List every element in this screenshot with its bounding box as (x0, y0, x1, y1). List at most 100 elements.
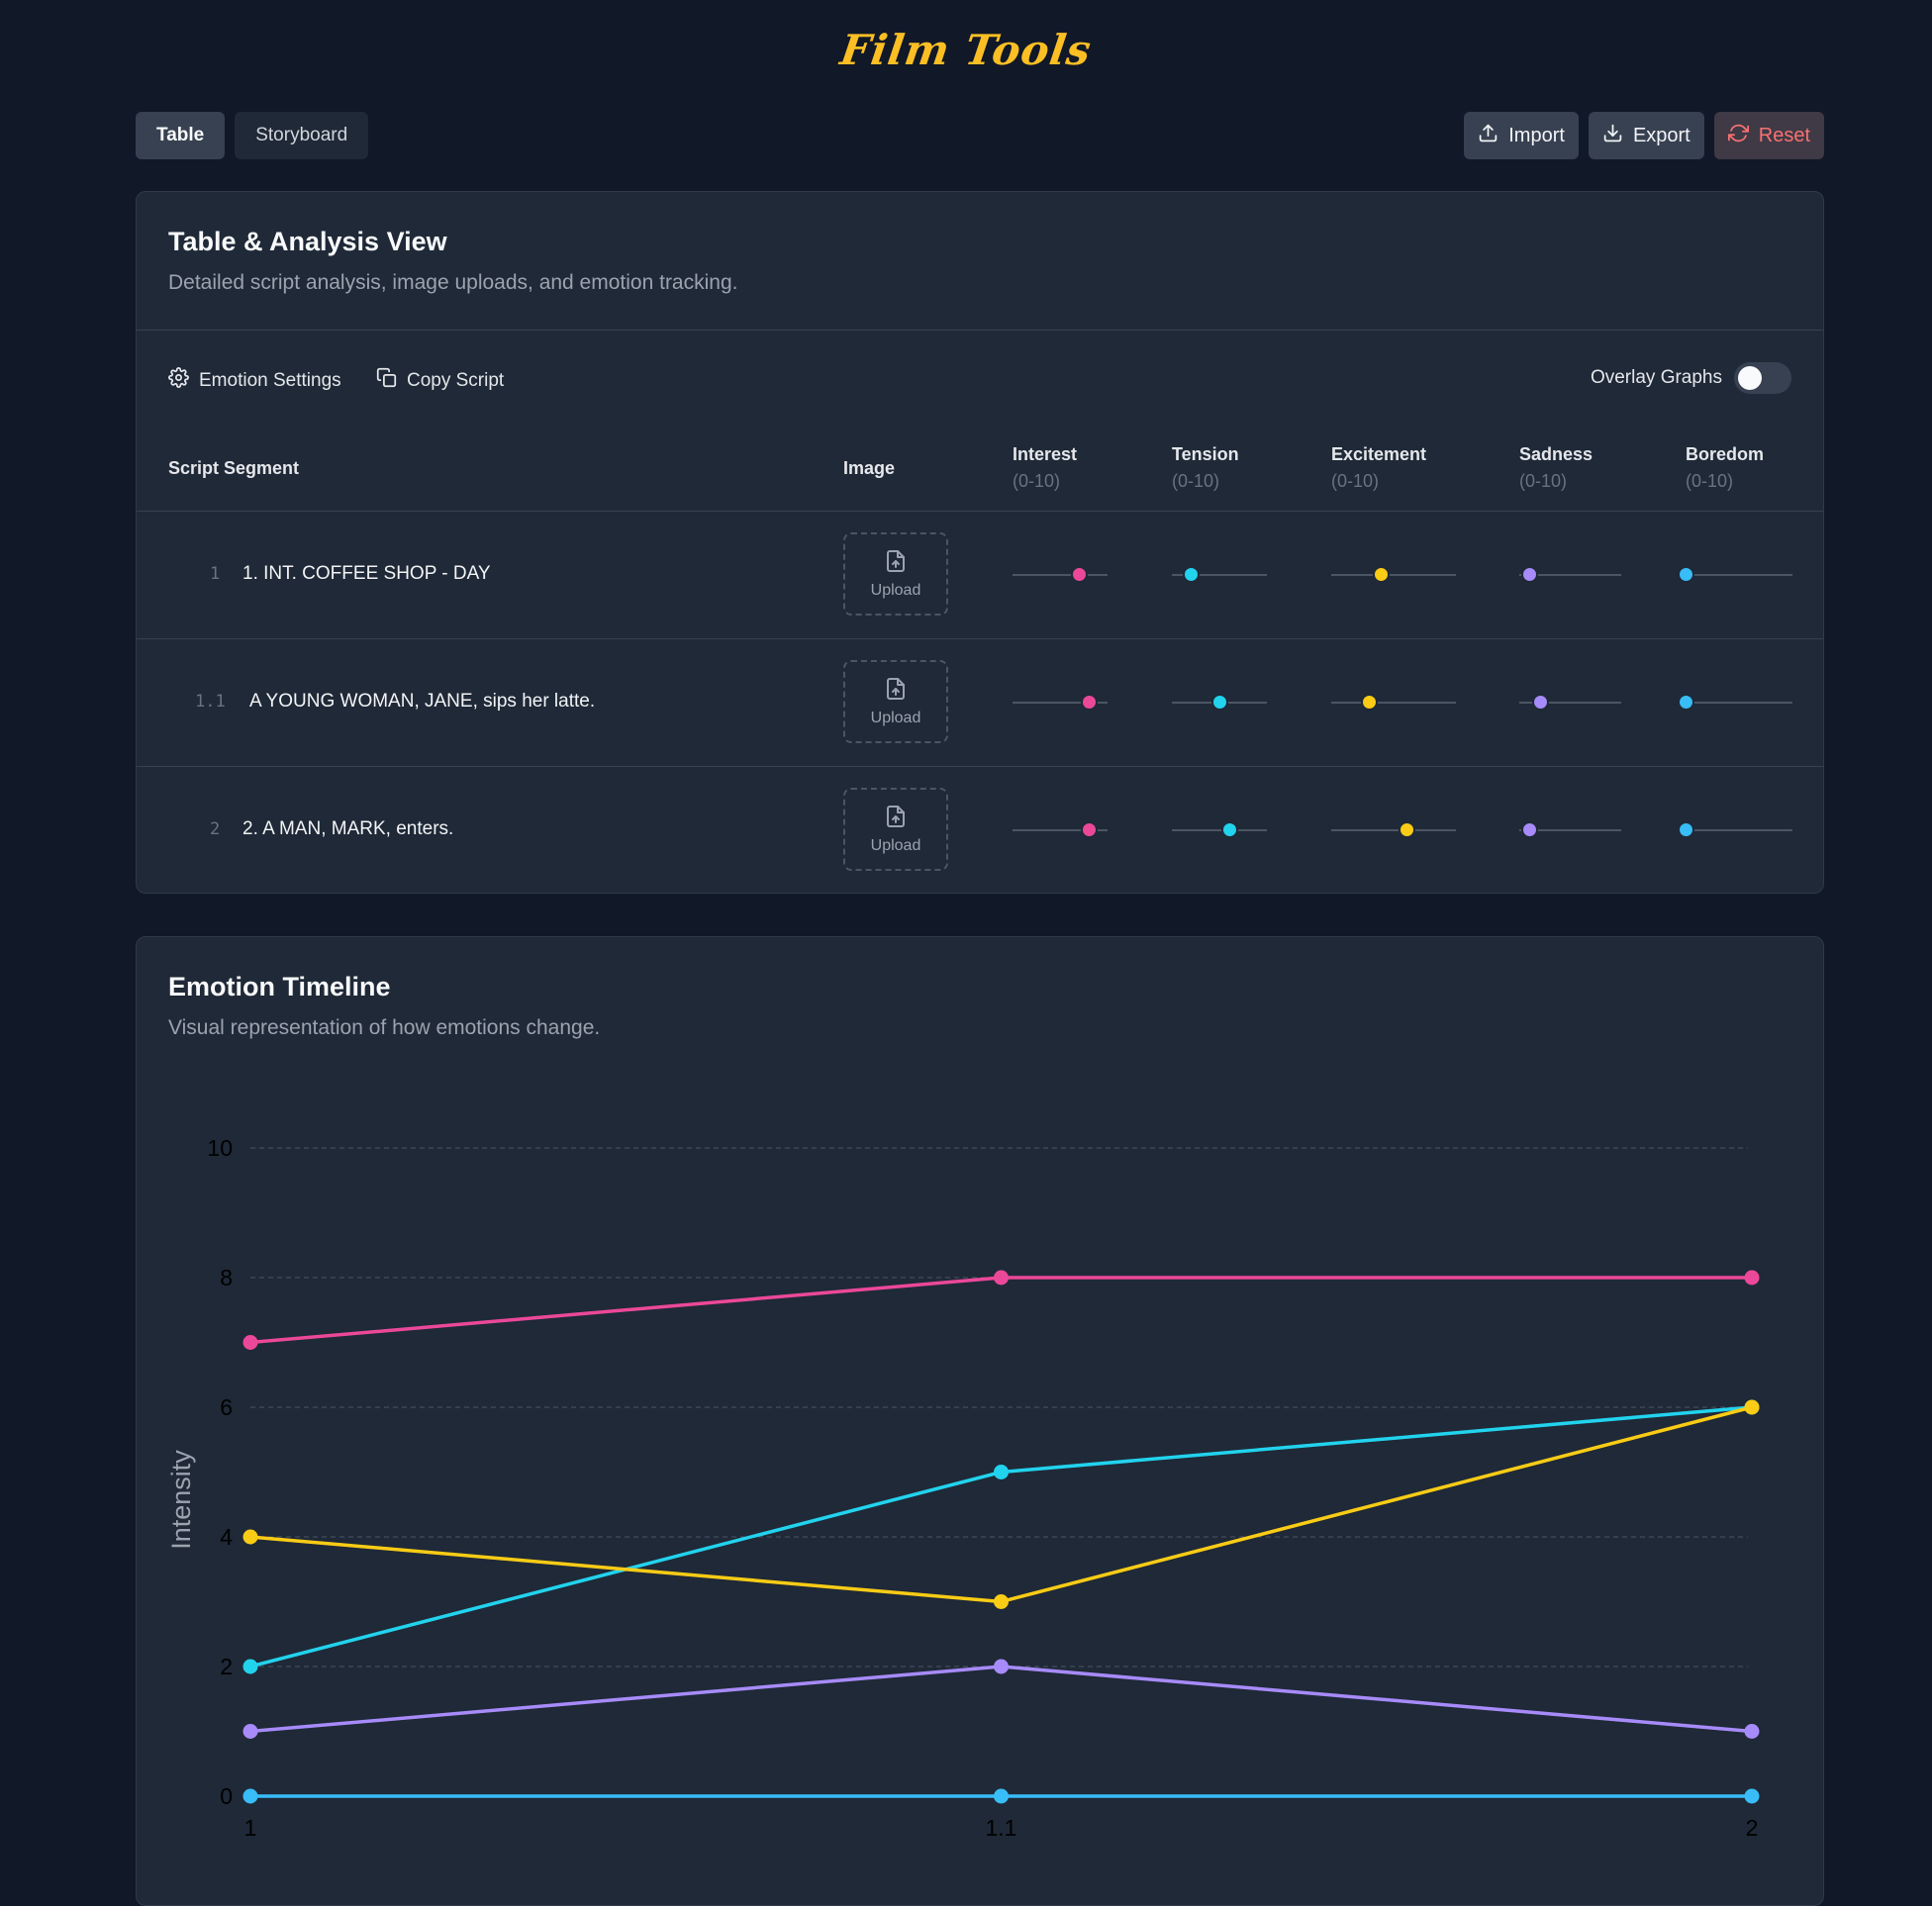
card-title: Table & Analysis View (168, 227, 447, 256)
sadness-slider[interactable] (1519, 821, 1621, 838)
top-bar: Table Storyboard Import Export Reset (136, 112, 1824, 159)
data-point (1744, 1788, 1760, 1804)
y-tick-label: 8 (220, 1265, 233, 1290)
header-boredom: Boredom (0-10) (1686, 441, 1764, 495)
y-axis-label: Intensity (166, 1450, 196, 1550)
slider-thumb[interactable] (1521, 566, 1539, 583)
boredom-slider[interactable] (1678, 821, 1792, 838)
slider-thumb[interactable] (1398, 821, 1415, 838)
slider-thumb[interactable] (1360, 694, 1378, 711)
slider-thumb[interactable] (1531, 694, 1549, 711)
data-point (1744, 1270, 1760, 1286)
data-point (242, 1335, 258, 1350)
reset-button[interactable]: Reset (1713, 112, 1824, 159)
tension-slider[interactable] (1172, 694, 1267, 711)
copy-icon (376, 367, 397, 394)
header-range: (0-10) (1172, 471, 1220, 491)
boredom-slider[interactable] (1678, 694, 1792, 711)
tab-storyboard[interactable]: Storyboard (235, 112, 369, 159)
header-tension: Tension (0-10) (1172, 441, 1239, 495)
slider-thumb[interactable] (1211, 694, 1228, 711)
series-line-2 (249, 1405, 1753, 1604)
interest-slider[interactable] (1013, 821, 1108, 838)
header-range: (0-10) (1686, 471, 1734, 491)
slider-thumb[interactable] (1183, 566, 1201, 583)
header-range: (0-10) (1519, 471, 1568, 491)
card-subtitle: Detailed script analysis, image uploads,… (168, 271, 738, 294)
interest-slider[interactable] (1013, 566, 1108, 583)
slider-thumb[interactable] (1678, 821, 1694, 838)
emotion-timeline-card: Emotion Timeline Visual representation o… (136, 936, 1824, 1906)
copy-script-label: Copy Script (407, 369, 505, 391)
row-segment-text[interactable]: 2. A MAN, MARK, enters. (242, 818, 453, 840)
data-point (994, 1270, 1009, 1286)
boredom-slider[interactable] (1678, 566, 1792, 583)
row-number: 1 (210, 564, 221, 584)
table-row: 1.1 A YOUNG WOMAN, JANE, sips her latte.… (137, 639, 1823, 766)
series-line-3 (249, 1665, 1753, 1734)
divider (137, 330, 1823, 331)
emotion-timeline-chart: 0 2 4 6 8 10 1 1.1 2 Intensity (137, 937, 1823, 1905)
header-name: Boredom (1686, 444, 1765, 464)
image-upload[interactable]: Upload (843, 532, 948, 616)
header-name: Tension (1172, 444, 1239, 464)
image-upload[interactable]: Upload (843, 660, 948, 743)
overlay-graphs-label: Overlay Graphs (1590, 367, 1722, 388)
upload-label: Upload (870, 581, 921, 599)
reset-label: Reset (1758, 124, 1810, 146)
export-button[interactable]: Export (1588, 112, 1704, 159)
x-tick-label: 1 (244, 1815, 257, 1841)
header-name: Interest (1013, 444, 1078, 464)
series-line-0 (249, 1276, 1752, 1345)
sadness-slider[interactable] (1519, 566, 1621, 583)
copy-script-button[interactable]: Copy Script (376, 367, 504, 394)
header-name: Excitement (1331, 444, 1427, 464)
header-script-segment: Script Segment (168, 458, 300, 478)
overlay-graphs-control: Overlay Graphs (1591, 362, 1791, 394)
tab-table[interactable]: Table (136, 112, 226, 159)
excitement-slider[interactable] (1331, 566, 1456, 583)
slider-thumb[interactable] (1678, 694, 1694, 711)
file-upload-icon (884, 549, 908, 578)
upload-icon (1478, 123, 1498, 149)
x-tick-label: 2 (1746, 1815, 1759, 1841)
data-point (242, 1724, 258, 1739)
interest-slider[interactable] (1013, 694, 1108, 711)
header-sadness: Sadness (0-10) (1519, 441, 1593, 495)
import-label: Import (1508, 124, 1565, 146)
slider-thumb[interactable] (1521, 821, 1539, 838)
table-row: 1 1. INT. COFFEE SHOP - DAY Upload (137, 512, 1823, 638)
upload-label: Upload (870, 709, 921, 726)
slider-thumb[interactable] (1080, 821, 1098, 838)
header-range: (0-10) (1013, 471, 1061, 491)
slider-thumb[interactable] (1080, 694, 1098, 711)
slider-thumb[interactable] (1373, 566, 1391, 583)
y-tick-label: 10 (207, 1135, 233, 1161)
y-tick-label: 2 (220, 1654, 233, 1679)
data-point (1744, 1724, 1760, 1739)
data-point (994, 1465, 1009, 1479)
sadness-slider[interactable] (1519, 694, 1621, 711)
row-segment-text[interactable]: 1. INT. COFFEE SHOP - DAY (242, 563, 491, 585)
data-point (242, 1659, 258, 1674)
app-logo: Film Tools (837, 26, 1095, 74)
view-tabs: Table Storyboard (136, 112, 369, 159)
excitement-slider[interactable] (1331, 821, 1456, 838)
slider-thumb[interactable] (1678, 566, 1694, 583)
table-row: 2 2. A MAN, MARK, enters. Upload (137, 767, 1823, 893)
import-button[interactable]: Import (1464, 112, 1579, 159)
image-upload[interactable]: Upload (843, 788, 948, 871)
slider-thumb[interactable] (1071, 566, 1089, 583)
header-range: (0-10) (1331, 471, 1380, 491)
slider-thumb[interactable] (1220, 821, 1238, 838)
y-tick-label: 6 (220, 1394, 233, 1420)
emotion-settings-button[interactable]: Emotion Settings (168, 367, 341, 394)
table-analysis-card: Table & Analysis View Detailed script an… (136, 191, 1824, 894)
excitement-slider[interactable] (1331, 694, 1456, 711)
row-segment-text[interactable]: A YOUNG WOMAN, JANE, sips her latte. (249, 691, 595, 713)
tension-slider[interactable] (1172, 566, 1267, 583)
tension-slider[interactable] (1172, 821, 1267, 838)
row-number: 1.1 (195, 692, 226, 712)
header-name: Sadness (1519, 444, 1594, 464)
overlay-graphs-toggle[interactable] (1734, 362, 1791, 394)
